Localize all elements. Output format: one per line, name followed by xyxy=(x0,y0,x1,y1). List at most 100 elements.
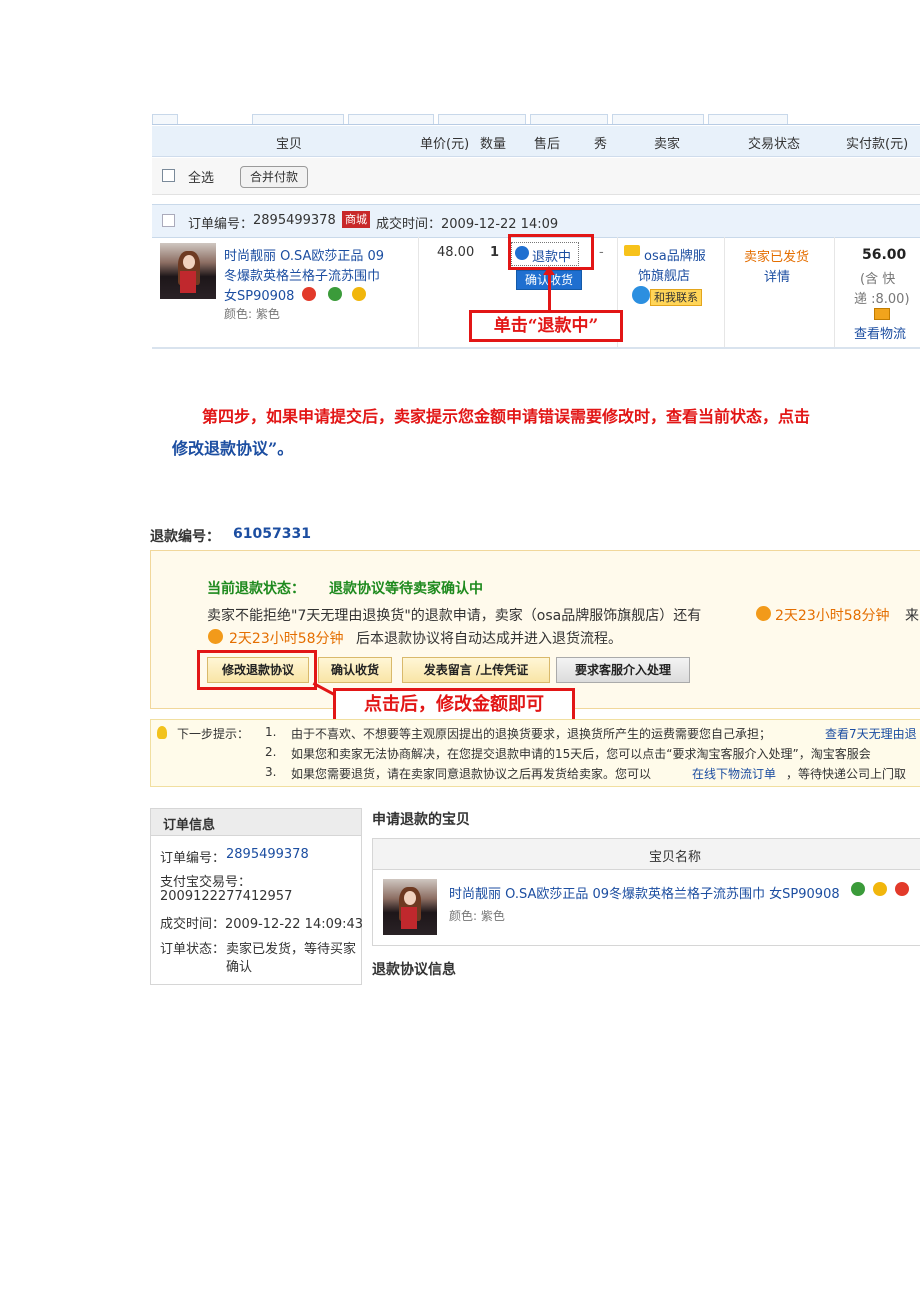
tip-label: 下一步提示： xyxy=(177,727,250,741)
order-no-label: 订单编号： xyxy=(160,851,226,866)
item-color: 颜色: 紫色 xyxy=(449,909,505,923)
status-desc-2: 后本退款协议将自动达成并进入退货流程。 xyxy=(356,631,622,647)
view-logistics-link[interactable]: 查看物流 xyxy=(854,323,906,342)
tab[interactable] xyxy=(530,114,608,124)
logistics-icon xyxy=(874,308,890,320)
order-list-screenshot: 宝贝 单价(元) 数量 售后 秀 卖家 交易状态 实付款(元) 全选 合并付款 … xyxy=(152,112,920,352)
request-cs-button[interactable]: 要求客服介入处理 xyxy=(556,657,690,683)
shipping-line-1: (含 快 xyxy=(860,272,896,287)
highlight-box xyxy=(197,650,317,690)
item-thumbnail[interactable] xyxy=(383,879,437,935)
tip-link[interactable]: 查看7天无理由退 xyxy=(825,725,917,742)
paid-amount: 56.00 xyxy=(862,247,907,263)
guarantee-icon xyxy=(302,287,316,301)
thumb-face xyxy=(404,891,416,905)
countdown-2: 2天23小时58分钟 xyxy=(229,631,344,647)
confirm-receipt-button[interactable]: 确认收货 xyxy=(318,657,392,683)
item-title-line-3[interactable]: 女SP90908 xyxy=(224,285,294,304)
tip-text: 如果您和卖家无法协商解决，在您提交退款申请的15天后，您可以点击“要求淘宝客服介… xyxy=(291,747,871,761)
col-qty: 数量 xyxy=(480,137,507,152)
tip-num: 3. xyxy=(265,765,277,779)
contact-button[interactable]: 和我联系 xyxy=(650,289,702,306)
genuine-icon xyxy=(873,882,887,896)
order-header: 订单编号： 2895499378 商城 成交时间：2009-12-22 14:0… xyxy=(152,204,920,238)
next-step-tips: 下一步提示： 1. 由于不喜欢、不想要等主观原因提出的退换货要求，退换货所产生的… xyxy=(150,719,920,787)
agreement-section-title: 退款协议信息 xyxy=(372,962,456,978)
item-table-header: 宝贝名称 xyxy=(373,839,920,870)
show-dash: - xyxy=(599,245,604,260)
order-checkbox[interactable] xyxy=(162,214,175,227)
item-title-line-2[interactable]: 冬爆款英格兰格子流苏围巾 xyxy=(224,265,380,284)
select-row: 全选 合并付款 xyxy=(152,158,920,195)
deal-time: 成交时间：2009-12-22 14:09 xyxy=(376,217,559,232)
order-status-line-1: 卖家已发货，等待买家 xyxy=(226,942,357,957)
order-info-panel: 订单信息 订单编号： 2895499378 支付宝交易号： 2009122277… xyxy=(150,808,364,985)
annotation-label: 点击后，修改金额即可 xyxy=(333,688,575,722)
tab[interactable] xyxy=(252,114,344,124)
order-no-label: 订单编号： xyxy=(188,217,254,232)
order-no: 2895499378 xyxy=(253,213,336,228)
unit-price: 48.00 xyxy=(437,245,475,260)
alipay-label: 支付宝交易号： xyxy=(160,875,252,890)
tab[interactable] xyxy=(152,114,178,124)
tab[interactable] xyxy=(438,114,526,124)
divider xyxy=(834,237,835,347)
seller-name-line-1[interactable]: osa品牌服 xyxy=(644,245,706,264)
order-no-link[interactable]: 2895499378 xyxy=(226,847,309,862)
deal-time: 成交时间：2009-12-22 14:09:43 xyxy=(160,917,364,932)
clock-icon xyxy=(756,606,771,621)
tip-num: 1. xyxy=(265,725,277,739)
select-all-checkbox[interactable] xyxy=(162,169,175,182)
col-price: 单价(元) xyxy=(420,137,470,152)
thumb-scarf xyxy=(180,271,196,293)
seller-name-line-2[interactable]: 饰旗舰店 xyxy=(638,265,690,284)
tab[interactable] xyxy=(708,114,788,124)
mall-badge: 商城 xyxy=(342,211,370,228)
annotation-arrow xyxy=(548,270,551,310)
refund-item-table: 宝贝名称 时尚靓丽 O.SA欧莎正品 09冬爆款英格兰格子流苏围巾 女SP909… xyxy=(372,838,920,946)
col-item: 宝贝 xyxy=(276,137,303,152)
refund-no: 61057331 xyxy=(233,526,311,542)
select-all-label: 全选 xyxy=(188,171,215,186)
refund-no-label: 退款编号： xyxy=(150,529,220,545)
status-desc-1: 卖家不能拒绝"7天无理由退换货"的退款申请，卖家（osa品牌服饰旗舰店）还有 xyxy=(207,608,702,624)
item-section-title: 申请退款的宝贝 xyxy=(372,812,470,828)
instruction-line-2: 修改退款协议”。 xyxy=(172,439,294,458)
tip-text: 由于不喜欢、不想要等主观原因提出的退换货要求，退换货所产生的运费需要您自己承担； xyxy=(291,727,772,741)
tab[interactable] xyxy=(612,114,704,124)
order-status-label: 订单状态： xyxy=(160,942,226,957)
item-title-line-1[interactable]: 时尚靓丽 O.SA欧莎正品 09 xyxy=(224,245,384,264)
highlight-box xyxy=(508,234,594,270)
col-show: 秀 xyxy=(594,137,608,152)
panel-header: 订单信息 xyxy=(151,809,361,836)
status-label: 当前退款状态： xyxy=(207,581,305,597)
detail-link[interactable]: 详情 xyxy=(764,266,790,285)
arrow-head xyxy=(543,266,555,275)
annotation-label: 单击“退款中” xyxy=(469,310,623,342)
col-seller: 卖家 xyxy=(654,137,681,152)
tab[interactable] xyxy=(348,114,434,124)
merge-pay-button[interactable]: 合并付款 xyxy=(240,166,308,188)
item-name-link[interactable]: 时尚靓丽 O.SA欧莎正品 09冬爆款英格兰格子流苏围巾 女SP90908 xyxy=(449,883,840,902)
shipping-line-2: 递 :8.00) xyxy=(854,292,910,307)
col-item-name: 宝贝名称 xyxy=(649,850,702,865)
seven-day-return-icon xyxy=(328,287,342,301)
item-thumbnail[interactable] xyxy=(160,243,216,299)
tip-num: 2. xyxy=(265,745,277,759)
seven-day-return-icon xyxy=(851,882,865,896)
alipay-no: 2009122277412957 xyxy=(160,889,293,904)
countdown-1: 2天23小时58分钟 xyxy=(775,608,890,624)
refund-status-box: 当前退款状态： 退款协议等待卖家确认中 卖家不能拒绝"7天无理由退换货"的退款申… xyxy=(150,550,920,722)
contact-icon xyxy=(632,286,650,304)
panel-title: 订单信息 xyxy=(163,818,216,833)
table-header: 宝贝 单价(元) 数量 售后 秀 卖家 交易状态 实付款(元) xyxy=(152,126,920,157)
upload-proof-button[interactable]: 发表留言 /上传凭证 xyxy=(402,657,550,683)
quantity: 1 xyxy=(490,245,500,260)
status-desc-1-end: 来 xyxy=(905,608,919,624)
tip-link[interactable]: 在线下物流订单 xyxy=(692,765,776,782)
col-paid: 实付款(元) xyxy=(846,137,909,152)
instruction-line-1: 第四步，如果申请提交后，卖家提示您金额申请错误需要修改时，查看当前状态，点击 xyxy=(202,407,811,426)
order-status-line-2: 确认 xyxy=(226,960,253,975)
trade-status: 卖家已发货 xyxy=(744,250,810,265)
clock-icon xyxy=(208,629,223,644)
